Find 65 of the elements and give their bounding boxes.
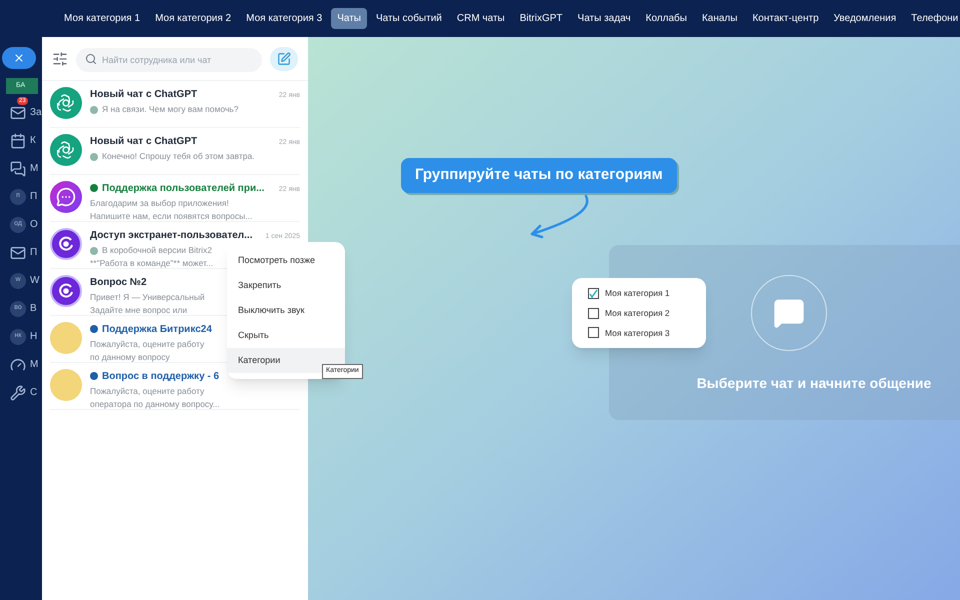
calendar-icon	[10, 132, 26, 148]
chat-title: Вопрос №2	[90, 276, 147, 290]
knot-logo-icon	[56, 93, 76, 113]
chat-title: Доступ экстранет-пользовател...	[90, 229, 252, 243]
message-preview: Благодарим за выбор приложения!	[90, 198, 229, 208]
sidebar-item[interactable]: М	[10, 159, 38, 178]
nav-tab[interactable]: Телефони	[905, 8, 960, 29]
chat-title: Новый чат с ChatGPT	[90, 88, 198, 102]
message-preview: оператора по данному вопросу...	[90, 399, 220, 409]
envelope-icon	[10, 244, 26, 260]
photo-placeholder	[50, 369, 82, 401]
message-preview: по данному вопросу	[90, 352, 170, 362]
message-preview: Напишите нам, если появятся вопросы...	[90, 211, 252, 221]
nav-tab[interactable]: BitrixGPT	[514, 8, 569, 29]
filter-icon[interactable]	[52, 50, 68, 66]
chat-bubble-icon	[56, 187, 76, 207]
chat-title: Вопрос в поддержку - 6	[90, 369, 220, 384]
category-checkbox[interactable]: Моя категория 1	[588, 287, 690, 300]
knot-logo-icon	[56, 140, 76, 160]
nav-tab[interactable]: Каналы	[696, 8, 744, 29]
callout-banner: Группируйте чаты по категориям	[401, 158, 677, 192]
sidebar-item[interactable]: С	[10, 383, 38, 402]
nav-tab[interactable]: CRM чаты	[450, 8, 511, 29]
search-icon	[85, 52, 97, 64]
message-preview: Конечно! Спрошу тебя об этом завтра.	[90, 151, 255, 161]
check-icon	[589, 288, 598, 298]
checkbox[interactable]	[588, 308, 599, 319]
empty-state-text: Выберите чат и начните общение	[696, 374, 932, 393]
category-checkbox[interactable]: Моя категория 2	[588, 306, 690, 320]
nav-tab[interactable]: Уведомления	[828, 8, 902, 29]
sidebar-item[interactable]: К	[10, 131, 36, 150]
category-checkbox[interactable]: Моя категория 3	[588, 326, 690, 340]
chat-title: Новый чат с ChatGPT	[90, 135, 198, 149]
chat-title: Поддержка пользователей при...	[90, 181, 264, 196]
gauge-icon	[10, 356, 26, 372]
nav-tab[interactable]: Моя категория 3	[240, 8, 328, 29]
compose-button[interactable]	[270, 46, 298, 70]
message-preview: **"Работа в команде"** может...	[90, 258, 214, 268]
nav-tab[interactable]: Коллабы	[640, 8, 693, 29]
wrench-icon	[10, 384, 26, 400]
sidebar-item[interactable]: П	[10, 243, 38, 262]
sidebar-item[interactable]: За	[10, 103, 42, 122]
message-preview: Задайте мне вопрос или	[90, 305, 188, 315]
nav-tab[interactable]: Моя категория 1	[58, 8, 146, 29]
message-preview: Пожалуйста, оцените работу	[90, 339, 204, 349]
nav-tab[interactable]: Чаты задач	[572, 8, 637, 29]
nav-tab[interactable]: Контакт-центр	[746, 8, 825, 29]
photo-placeholder	[50, 322, 82, 354]
pen-icon	[277, 52, 291, 66]
close-button[interactable]	[2, 47, 36, 69]
nav-tab[interactable]: Моя категория 2	[149, 8, 238, 29]
message-preview: Я на связи. Чем могу вам помочь?	[90, 104, 238, 114]
checkbox[interactable]	[588, 288, 599, 299]
message-preview: Привет! Я — Универсальный	[90, 292, 205, 302]
chat-icon	[10, 160, 26, 176]
envelope-icon	[10, 104, 26, 120]
nav-tab[interactable]: Чаты	[331, 8, 367, 29]
message-preview: Пожалуйста, оцените работу	[90, 386, 204, 396]
checkbox[interactable]	[588, 327, 599, 338]
sidebar-item[interactable]: М	[10, 355, 38, 374]
message-preview: В коробочной версии Bitrix2	[90, 245, 212, 255]
search-field[interactable]: Найти сотрудника или чат	[76, 48, 262, 72]
close-icon	[13, 52, 25, 64]
nav-tab[interactable]: Чаты событий	[370, 8, 448, 29]
chat-title: Поддержка Битрикс24	[90, 322, 212, 337]
